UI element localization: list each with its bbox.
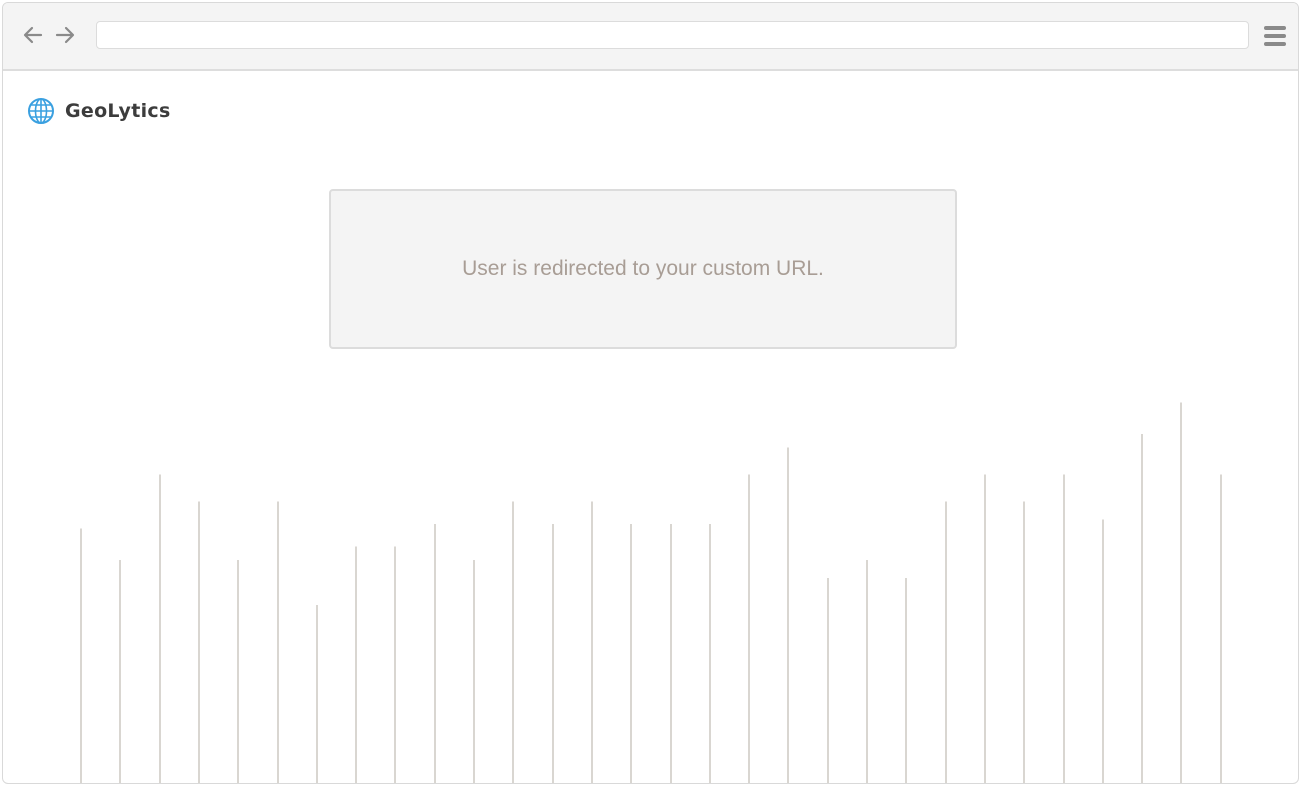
message-box: User is redirected to your custom URL. [329, 189, 957, 349]
browser-window: GeoLytics User is redirected to your cus… [2, 2, 1299, 784]
arrow-right-icon [55, 26, 75, 44]
globe-icon [27, 97, 55, 125]
page-content: GeoLytics User is redirected to your cus… [3, 71, 1298, 783]
decorative-bar-pattern [80, 402, 1222, 783]
forward-button[interactable] [51, 21, 79, 49]
arrow-left-icon [23, 26, 43, 44]
brand-logo[interactable]: GeoLytics [27, 97, 171, 125]
back-button[interactable] [19, 21, 47, 49]
browser-toolbar [3, 3, 1298, 71]
menu-button[interactable] [1262, 23, 1288, 49]
address-bar-input[interactable] [96, 21, 1249, 49]
hamburger-menu-icon [1264, 26, 1286, 46]
brand-name: GeoLytics [65, 100, 171, 122]
message-text: User is redirected to your custom URL. [462, 257, 824, 280]
